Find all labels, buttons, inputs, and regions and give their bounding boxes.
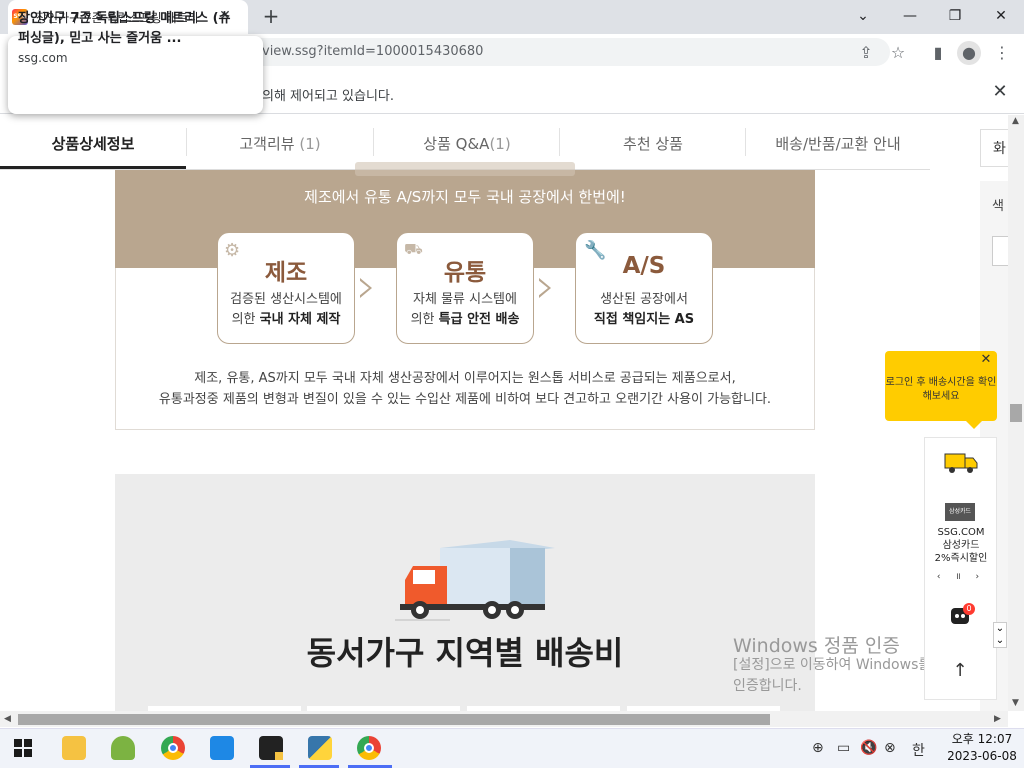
chrome-icon[interactable]: [161, 736, 185, 760]
tab-search-chevron-icon[interactable]: ⌄: [848, 4, 878, 28]
maps-app-icon[interactable]: [111, 736, 135, 760]
tab-shipping-returns[interactable]: 배송/반품/교환 안내: [746, 133, 930, 154]
file-explorer-icon[interactable]: [62, 736, 86, 760]
address-url[interactable]: view.ssg?itemId=1000015430680: [262, 44, 483, 59]
right-panel-tab[interactable]: 화: [980, 129, 1008, 167]
delivery-truck-illustration: [395, 540, 555, 621]
scroll-down-arrow-icon[interactable]: ▼: [1012, 698, 1019, 708]
scroll-left-arrow-icon[interactable]: ◀: [4, 714, 11, 724]
card-title: 제조: [264, 260, 308, 286]
popup-close-icon[interactable]: ✕: [979, 353, 993, 367]
minimize-icon[interactable]: —: [895, 4, 925, 28]
infobar-text: 의해 제어되고 있습니다.: [262, 89, 394, 104]
side-panel-icon[interactable]: ▮: [926, 41, 950, 65]
infobar-close-icon[interactable]: ✕: [990, 82, 1010, 102]
active-tab-underline: [0, 166, 186, 169]
windows-start-icon[interactable]: [14, 739, 32, 757]
profile-avatar-icon[interactable]: ●: [957, 41, 981, 65]
card-desc: 자체 물류 시스템에 의한 특급 안전 배송: [410, 292, 520, 327]
horizontal-scroll-thumb[interactable]: [18, 714, 770, 725]
tab-product-qa[interactable]: 상품 Q&A(1): [374, 133, 560, 154]
share-icon[interactable]: ⇪: [854, 41, 878, 65]
python-icon[interactable]: [308, 736, 332, 760]
delivery-truck-icon[interactable]: [943, 450, 979, 474]
tab-recommended[interactable]: 추천 상품: [560, 133, 746, 154]
cancel-circle-icon[interactable]: ⊗: [884, 740, 896, 756]
system-clock[interactable]: 오후 12:07 2023-06-08: [942, 731, 1022, 765]
hover-card-title: 장인가구 7존 독립스프링 매트리스 (슈퍼싱글), 믿고 사는 즐거움 ...: [18, 11, 231, 46]
bookmark-star-icon[interactable]: ☆: [886, 41, 910, 65]
windows-activation-watermark: Windows 정품 인증: [733, 635, 900, 657]
banner-footer-text: 제조, 유통, AS까지 모두 국내 자체 생산공장에서 이루어지는 원스톱 서…: [158, 371, 772, 407]
popup-text: 로그인 후 배송시간을 확인해보세요: [885, 377, 997, 402]
card-title: 유통: [443, 260, 487, 286]
shipping-title: 동서가구 지역별 배송비: [306, 634, 624, 672]
card-desc: 검증된 생산시스템에 의한 국내 자체 제작: [230, 292, 342, 327]
scroll-right-arrow-icon[interactable]: ▶: [994, 714, 1001, 724]
display-icon[interactable]: ▭: [837, 740, 850, 756]
tab-product-detail[interactable]: 상품상세정보: [0, 133, 186, 154]
hover-card-domain: ssg.com: [18, 51, 68, 65]
kebab-menu-icon[interactable]: ⋮: [990, 41, 1014, 65]
banner-subtitle: 제조에서 유통 A/S까지 모두 국내 공장에서 한번에!: [304, 188, 626, 206]
vertical-scroll-thumb[interactable]: [1010, 404, 1022, 422]
scroll-to-top-icon[interactable]: ↑: [950, 660, 970, 682]
ime-indicator[interactable]: 한: [912, 740, 925, 760]
card-promo-text[interactable]: SSG.COM 삼성카드 2%즉시할인: [926, 526, 996, 565]
network-globe-icon[interactable]: ⊕: [812, 740, 824, 756]
chevron-collapse-icon[interactable]: ⌄ ⌄: [993, 622, 1007, 648]
scroll-up-arrow-icon[interactable]: ▲: [1012, 116, 1019, 126]
new-tab-icon[interactable]: +: [260, 5, 282, 27]
card-title: A/S: [622, 253, 666, 279]
window-close-icon[interactable]: ✕: [986, 4, 1016, 28]
sticky-notes-icon[interactable]: [259, 736, 283, 760]
volume-muted-icon[interactable]: 🔇: [860, 740, 877, 756]
cart-count-badge: 0: [963, 603, 975, 615]
chrome-active-icon[interactable]: [357, 736, 381, 760]
card-desc: 생산된 공장에서 직접 책임지는 AS: [593, 292, 695, 327]
promo-carousel-controls[interactable]: ‹ ॥ ›: [926, 569, 996, 582]
tab-customer-reviews[interactable]: 고객리뷰 (1): [187, 133, 373, 154]
restore-icon[interactable]: ❐: [940, 4, 970, 28]
right-col-label: 색: [992, 199, 1004, 214]
vscode-icon[interactable]: [210, 736, 234, 760]
samsung-card-icon[interactable]: 삼성카드: [945, 503, 975, 521]
